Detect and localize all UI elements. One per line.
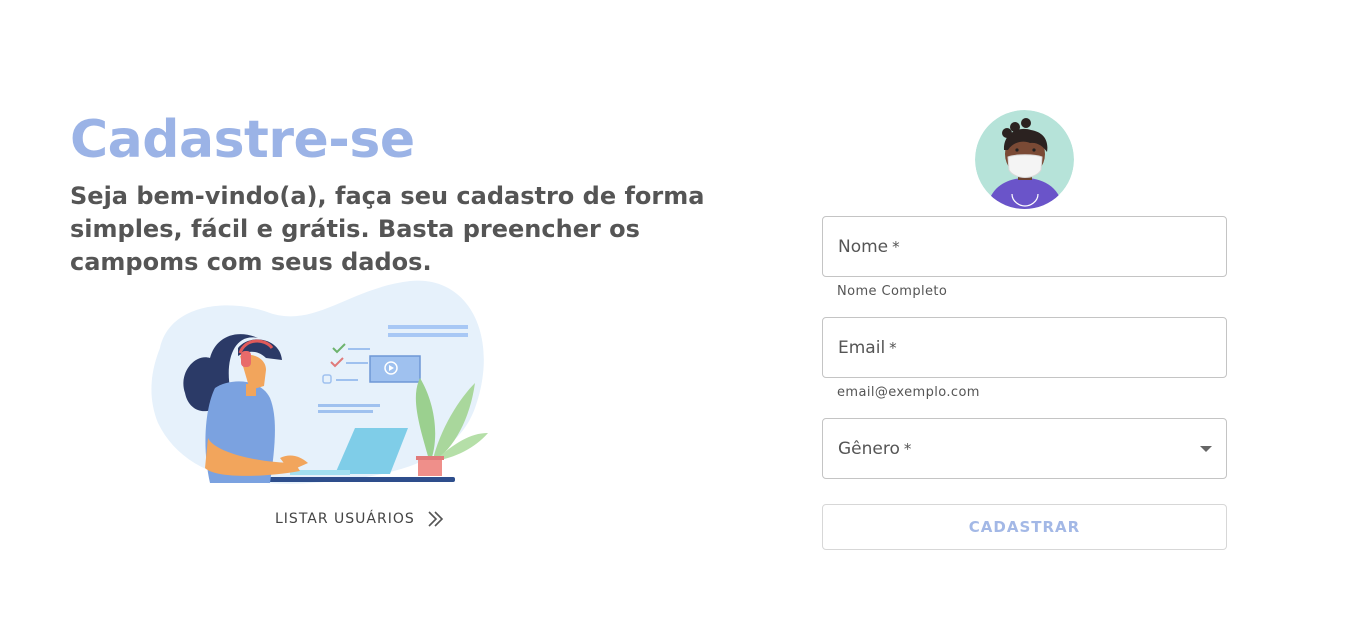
name-helper-text: Nome Completo	[837, 284, 948, 299]
submit-button-label: CADASTRAR	[968, 518, 1081, 536]
email-helper-text: email@exemplo.com	[837, 385, 980, 400]
email-label: Email	[838, 337, 886, 358]
email-required-mark: *	[889, 338, 897, 357]
page-subtitle: Seja bem-vindo(a), faça seu cadastro de …	[70, 182, 705, 276]
gender-required-mark: *	[903, 439, 912, 458]
avatar	[975, 110, 1074, 209]
email-field[interactable]: Email *	[822, 317, 1227, 378]
double-chevron-right-icon	[428, 511, 443, 527]
gender-label: Gênero	[838, 438, 900, 459]
list-users-link[interactable]: LISTAR USUÁRIOS	[275, 510, 445, 528]
name-label: Nome	[838, 236, 889, 257]
hero-illustration	[151, 280, 488, 484]
dropdown-arrow-icon	[1200, 446, 1212, 452]
name-required-mark: *	[892, 237, 900, 256]
submit-button[interactable]: CADASTRAR	[822, 504, 1227, 550]
page-title: Cadastre-se	[70, 110, 415, 170]
gender-select[interactable]: Gênero *	[822, 418, 1227, 479]
list-users-label: LISTAR USUÁRIOS	[275, 511, 415, 527]
name-field[interactable]: Nome *	[822, 216, 1227, 277]
